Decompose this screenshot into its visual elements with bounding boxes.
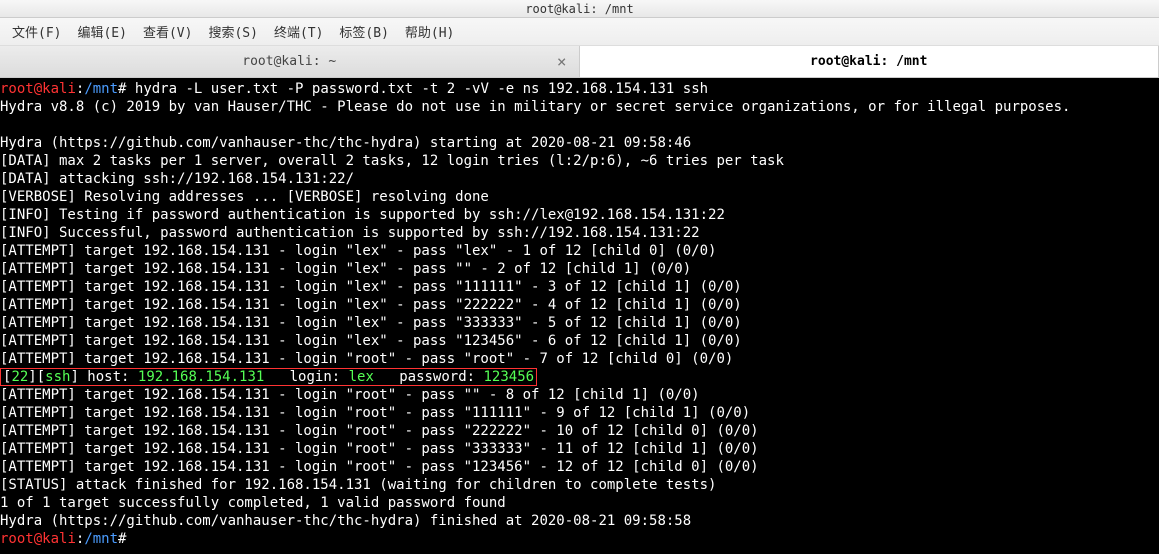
out-l11: [ATTEMPT] target 192.168.154.131 - login… bbox=[0, 279, 742, 295]
out-l06: [VERBOSE] Resolving addresses ... [VERBO… bbox=[0, 189, 489, 205]
out-l22: [STATUS] attack finished for 192.168.154… bbox=[0, 477, 716, 493]
prompt-user: root bbox=[0, 81, 34, 97]
menu-tabs[interactable]: 标签(B) bbox=[331, 18, 396, 45]
window-title-bar: root@kali: /mnt bbox=[0, 0, 1159, 18]
res-proto: ssh bbox=[45, 369, 70, 385]
res-port: 22 bbox=[11, 369, 28, 385]
menu-terminal[interactable]: 终端(T) bbox=[266, 18, 331, 45]
tab-home-label: root@kali: ~ bbox=[242, 54, 336, 69]
menu-bar: 文件(F) 编辑(E) 查看(V) 搜索(S) 终端(T) 标签(B) 帮助(H… bbox=[0, 18, 1159, 46]
prompt2-at: @ bbox=[34, 531, 42, 547]
prompt-path: /mnt bbox=[84, 81, 118, 97]
out-l17: [ATTEMPT] target 192.168.154.131 - login… bbox=[0, 387, 700, 403]
prompt-at: @ bbox=[34, 81, 42, 97]
out-l10: [ATTEMPT] target 192.168.154.131 - login… bbox=[0, 261, 691, 277]
res-pass-label: password: bbox=[374, 369, 484, 385]
prompt2-host: kali bbox=[42, 531, 76, 547]
out-l15: [ATTEMPT] target 192.168.154.131 - login… bbox=[0, 351, 733, 367]
tab-bar: root@kali: ~ × root@kali: /mnt bbox=[0, 46, 1159, 78]
res-host-label: ] host: bbox=[70, 369, 137, 385]
out-l05: [DATA] attacking ssh://192.168.154.131:2… bbox=[0, 171, 354, 187]
tab-home[interactable]: root@kali: ~ × bbox=[0, 46, 580, 77]
tab-mnt-label: root@kali: /mnt bbox=[810, 54, 927, 69]
out-l24: Hydra (https://github.com/vanhauser-thc/… bbox=[0, 513, 691, 529]
out-l03: Hydra (https://github.com/vanhauser-thc/… bbox=[0, 135, 691, 151]
terminal-output[interactable]: root@kali:/mnt# hydra -L user.txt -P pas… bbox=[0, 78, 1159, 550]
out-l01: Hydra v8.8 (c) 2019 by van Hauser/THC - … bbox=[0, 99, 1070, 115]
prompt2-path: /mnt bbox=[84, 531, 118, 547]
tab-mnt[interactable]: root@kali: /mnt bbox=[580, 46, 1159, 77]
prompt2-user: root bbox=[0, 531, 34, 547]
out-l12: [ATTEMPT] target 192.168.154.131 - login… bbox=[0, 297, 742, 313]
out-l14: [ATTEMPT] target 192.168.154.131 - login… bbox=[0, 333, 742, 349]
menu-view[interactable]: 查看(V) bbox=[135, 18, 200, 45]
out-l19: [ATTEMPT] target 192.168.154.131 - login… bbox=[0, 423, 759, 439]
res-login: lex bbox=[349, 369, 374, 385]
out-l13: [ATTEMPT] target 192.168.154.131 - login… bbox=[0, 315, 742, 331]
out-l21: [ATTEMPT] target 192.168.154.131 - login… bbox=[0, 459, 759, 475]
out-l04: [DATA] max 2 tasks per 1 server, overall… bbox=[0, 153, 784, 169]
out-l09: [ATTEMPT] target 192.168.154.131 - login… bbox=[0, 243, 716, 259]
prompt-host: kali bbox=[42, 81, 76, 97]
res-login-label: login: bbox=[264, 369, 348, 385]
prompt2-hash: # bbox=[118, 531, 126, 547]
result-highlight: [22][ssh] host: 192.168.154.131 login: l… bbox=[0, 368, 537, 386]
out-l08: [INFO] Successful, password authenticati… bbox=[0, 225, 700, 241]
menu-file[interactable]: 文件(F) bbox=[4, 18, 69, 45]
res-host: 192.168.154.131 bbox=[138, 369, 264, 385]
res-m1: ][ bbox=[28, 369, 45, 385]
out-l18: [ATTEMPT] target 192.168.154.131 - login… bbox=[0, 405, 750, 421]
out-l23: 1 of 1 target successfully completed, 1 … bbox=[0, 495, 506, 511]
command-text: hydra -L user.txt -P password.txt -t 2 -… bbox=[126, 81, 708, 97]
out-l07: [INFO] Testing if password authenticatio… bbox=[0, 207, 725, 223]
out-l20: [ATTEMPT] target 192.168.154.131 - login… bbox=[0, 441, 759, 457]
window-title: root@kali: /mnt bbox=[525, 2, 633, 16]
menu-search[interactable]: 搜索(S) bbox=[200, 18, 265, 45]
close-icon[interactable]: × bbox=[557, 52, 567, 71]
res-pass: 123456 bbox=[484, 369, 535, 385]
menu-edit[interactable]: 编辑(E) bbox=[69, 18, 134, 45]
menu-help[interactable]: 帮助(H) bbox=[397, 18, 462, 45]
